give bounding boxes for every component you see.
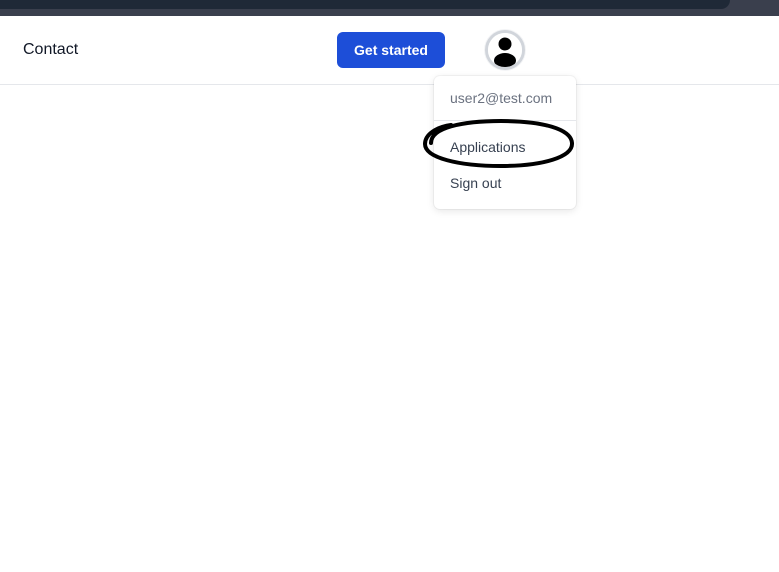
page: Contact Get started user2@test.com Appli…: [0, 0, 779, 572]
window-top-strip: [0, 0, 779, 16]
window-top-strip-inner: [0, 0, 730, 9]
get-started-button[interactable]: Get started: [337, 32, 445, 68]
user-menu-email: user2@test.com: [450, 90, 553, 106]
nav-link-contact[interactable]: Contact: [23, 41, 78, 59]
site-header: Contact Get started: [0, 16, 779, 85]
user-avatar-icon: [488, 33, 522, 67]
user-menu-dropdown: user2@test.com Applications Sign out: [434, 76, 576, 209]
user-menu-divider: [434, 120, 576, 121]
menu-item-applications[interactable]: Applications: [434, 132, 576, 162]
user-avatar-button[interactable]: [485, 30, 525, 70]
menu-item-sign-out[interactable]: Sign out: [434, 168, 576, 198]
